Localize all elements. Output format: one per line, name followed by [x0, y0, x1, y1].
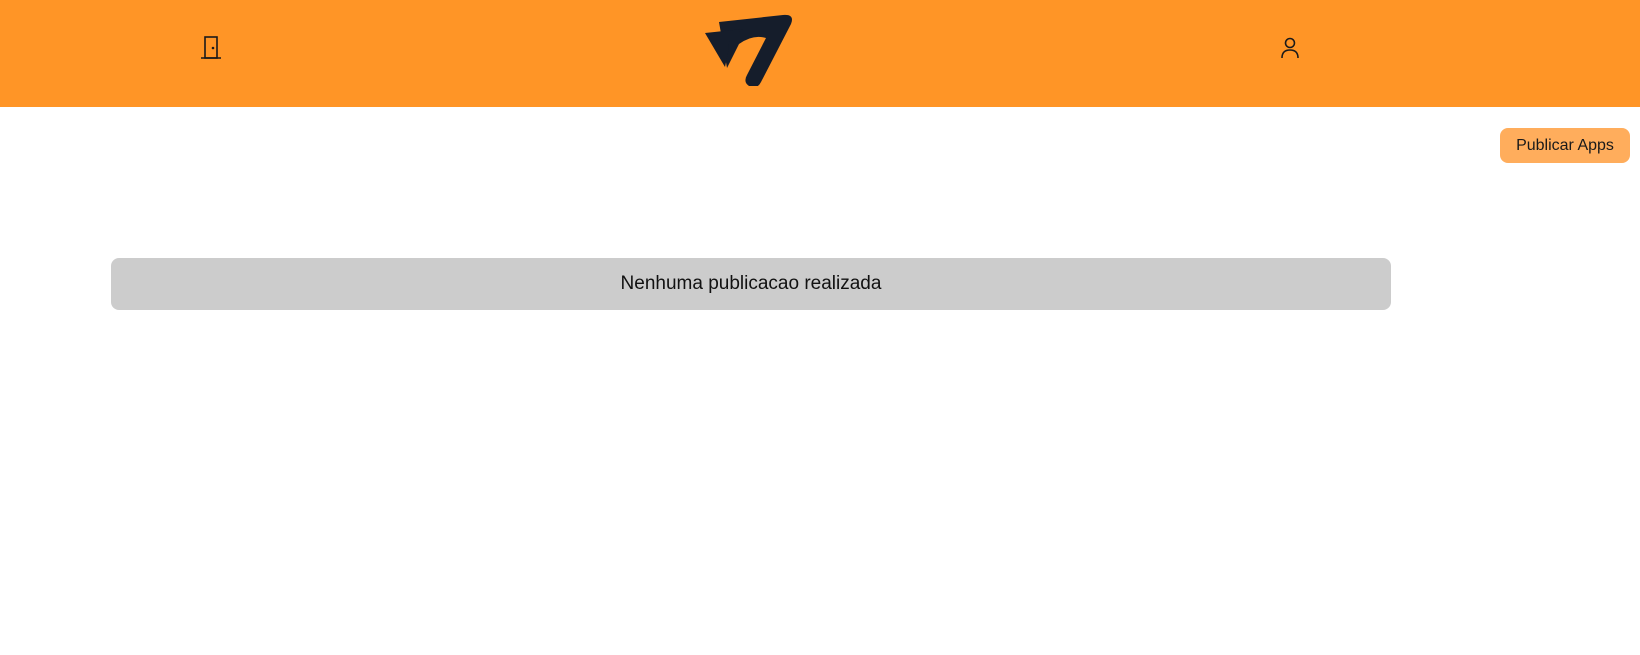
door-exit-icon — [201, 36, 221, 59]
user-icon — [1281, 37, 1299, 59]
top-header — [0, 0, 1640, 107]
empty-state-banner: Nenhuma publicacao realizada — [111, 258, 1391, 310]
empty-state-message: Nenhuma publicacao realizada — [620, 273, 882, 294]
brand-logo[interactable] — [703, 12, 799, 88]
profile-button[interactable] — [1270, 28, 1310, 68]
logout-button[interactable] — [191, 28, 231, 68]
publish-apps-button[interactable]: Publicar Apps — [1500, 128, 1630, 163]
